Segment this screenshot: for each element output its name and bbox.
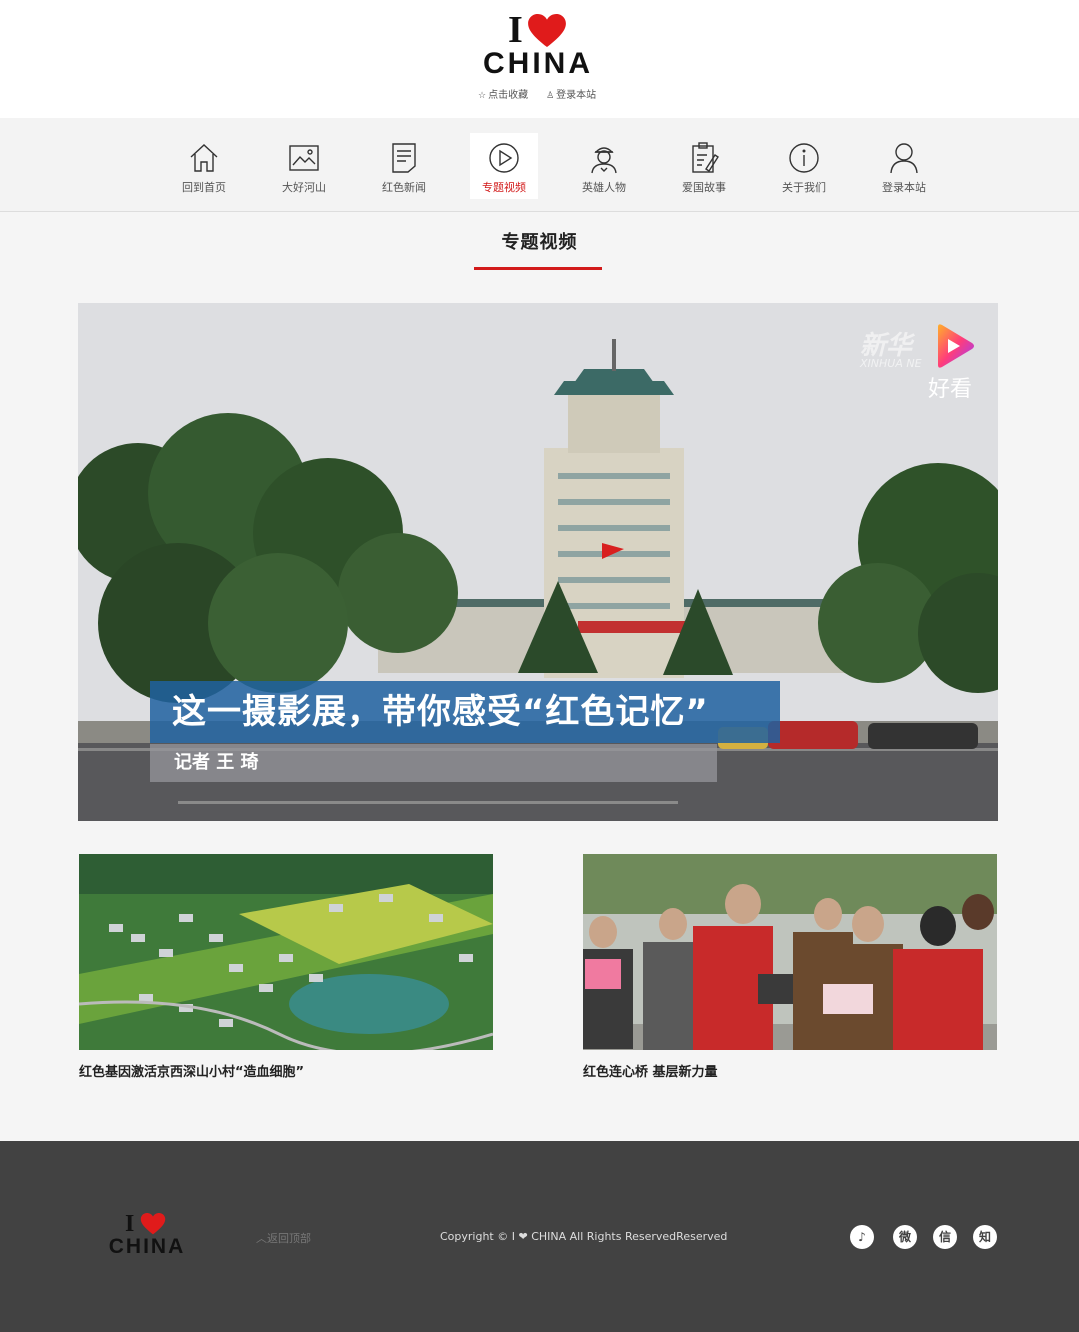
video-card[interactable]: 红色连心桥 基层新力量	[583, 854, 997, 1080]
favorite-label: 点击收藏	[488, 90, 529, 101]
login-label: 登录本站	[556, 90, 597, 101]
footer-logo-china: CHINA	[108, 1235, 186, 1258]
site-logo[interactable]: I CHINA	[478, 9, 598, 80]
zhihu-icon[interactable]: 知	[973, 1225, 997, 1249]
user-icon: ♙	[546, 91, 555, 101]
watermark-en: XINHUA NE	[860, 357, 922, 370]
copyright-text: Copyright © I ❤ CHINA All Rights Reserve…	[440, 1230, 728, 1243]
xinhua-watermark: 新华 XINHUA NE 好看	[860, 321, 980, 402]
nav-item-stories[interactable]: 爱国故事	[670, 133, 738, 199]
soldier-icon	[591, 147, 617, 174]
section-underline	[474, 267, 602, 270]
chevron-up-icon: ︿	[256, 1232, 267, 1245]
nav-label: 回到首页	[182, 181, 226, 194]
hero-reporter: 记者 王 琦	[150, 744, 717, 782]
heart-icon	[528, 14, 566, 48]
site-footer: I CHINA ︿返回顶部 Copyright © I ❤ CHINA All …	[0, 1141, 1079, 1332]
clipboard-icon	[692, 142, 719, 173]
haokan-logo-icon	[938, 324, 974, 368]
nav-item-landscape[interactable]: 大好河山	[270, 133, 338, 199]
nav-item-home[interactable]: 回到首页	[170, 133, 238, 199]
watermark-brand: 好看	[928, 377, 973, 402]
back-to-top-label: 返回顶部	[267, 1232, 311, 1245]
logo-letter-i: I	[508, 9, 523, 51]
top-links: ☆ 点击收藏 ♙ 登录本站	[478, 86, 608, 102]
nav-label: 关于我们	[782, 181, 826, 194]
login-link[interactable]: ♙ 登录本站	[546, 86, 596, 102]
favorite-link[interactable]: ☆ 点击收藏	[478, 86, 528, 102]
wechat-icon[interactable]: 信	[933, 1225, 957, 1249]
footer-logo[interactable]: I CHINA	[105, 1211, 189, 1259]
back-to-top-link[interactable]: ︿返回顶部	[256, 1230, 311, 1246]
hero-caption: 这一摄影展，带你感受“红色记忆”	[150, 681, 780, 743]
heart-icon	[140, 1213, 166, 1235]
nav-item-video[interactable]: 专题视频	[470, 133, 538, 199]
village-aerial-image	[79, 854, 493, 1050]
nav-label: 登录本站	[882, 181, 926, 194]
info-icon	[789, 143, 819, 173]
nav-item-login[interactable]: 登录本站	[870, 133, 938, 199]
card-title[interactable]: 红色基因激活京西深山小村“造血细胞”	[79, 1061, 493, 1080]
card-thumbnail[interactable]	[79, 854, 493, 1050]
section-title: 专题视频	[501, 232, 578, 253]
user-icon	[890, 143, 918, 174]
logo-china: CHINA	[483, 47, 593, 80]
footer-logo-letter-i: I	[125, 1211, 135, 1237]
nav-label: 红色新闻	[382, 181, 426, 194]
nav-item-heroes[interactable]: 英雄人物	[570, 133, 638, 199]
card-title[interactable]: 红色连心桥 基层新力量	[583, 1061, 997, 1080]
site-header: I CHINA ☆ 点击收藏 ♙ 登录本站	[0, 0, 1079, 118]
news-icon	[392, 143, 416, 173]
nav-label: 爱国故事	[682, 181, 726, 194]
nav-label: 英雄人物	[582, 181, 626, 194]
nav-item-about[interactable]: 关于我们	[770, 133, 838, 199]
star-icon: ☆	[478, 91, 487, 101]
weibo-icon[interactable]: 微	[893, 1225, 917, 1249]
volunteers-image	[583, 854, 997, 1050]
home-icon	[190, 144, 218, 172]
tiktok-icon[interactable]: ♪	[850, 1225, 874, 1249]
nav-label: 大好河山	[282, 181, 326, 194]
video-card[interactable]: 红色基因激活京西深山小村“造血细胞”	[79, 854, 493, 1080]
nav-label: 专题视频	[482, 181, 526, 194]
play-icon	[489, 143, 519, 173]
card-thumbnail[interactable]	[583, 854, 997, 1050]
nav-item-news[interactable]: 红色新闻	[370, 133, 438, 199]
main-nav: 回到首页 大好河山 红色新闻 专题视频 英雄人物 爱国故事 关于我们 登录本站	[0, 118, 1079, 212]
hero-video[interactable]: 新华 XINHUA NE 好看 这一摄影展，带你感受“红色记忆” 记者 王 琦	[78, 303, 998, 821]
landscape-icon	[289, 145, 319, 171]
